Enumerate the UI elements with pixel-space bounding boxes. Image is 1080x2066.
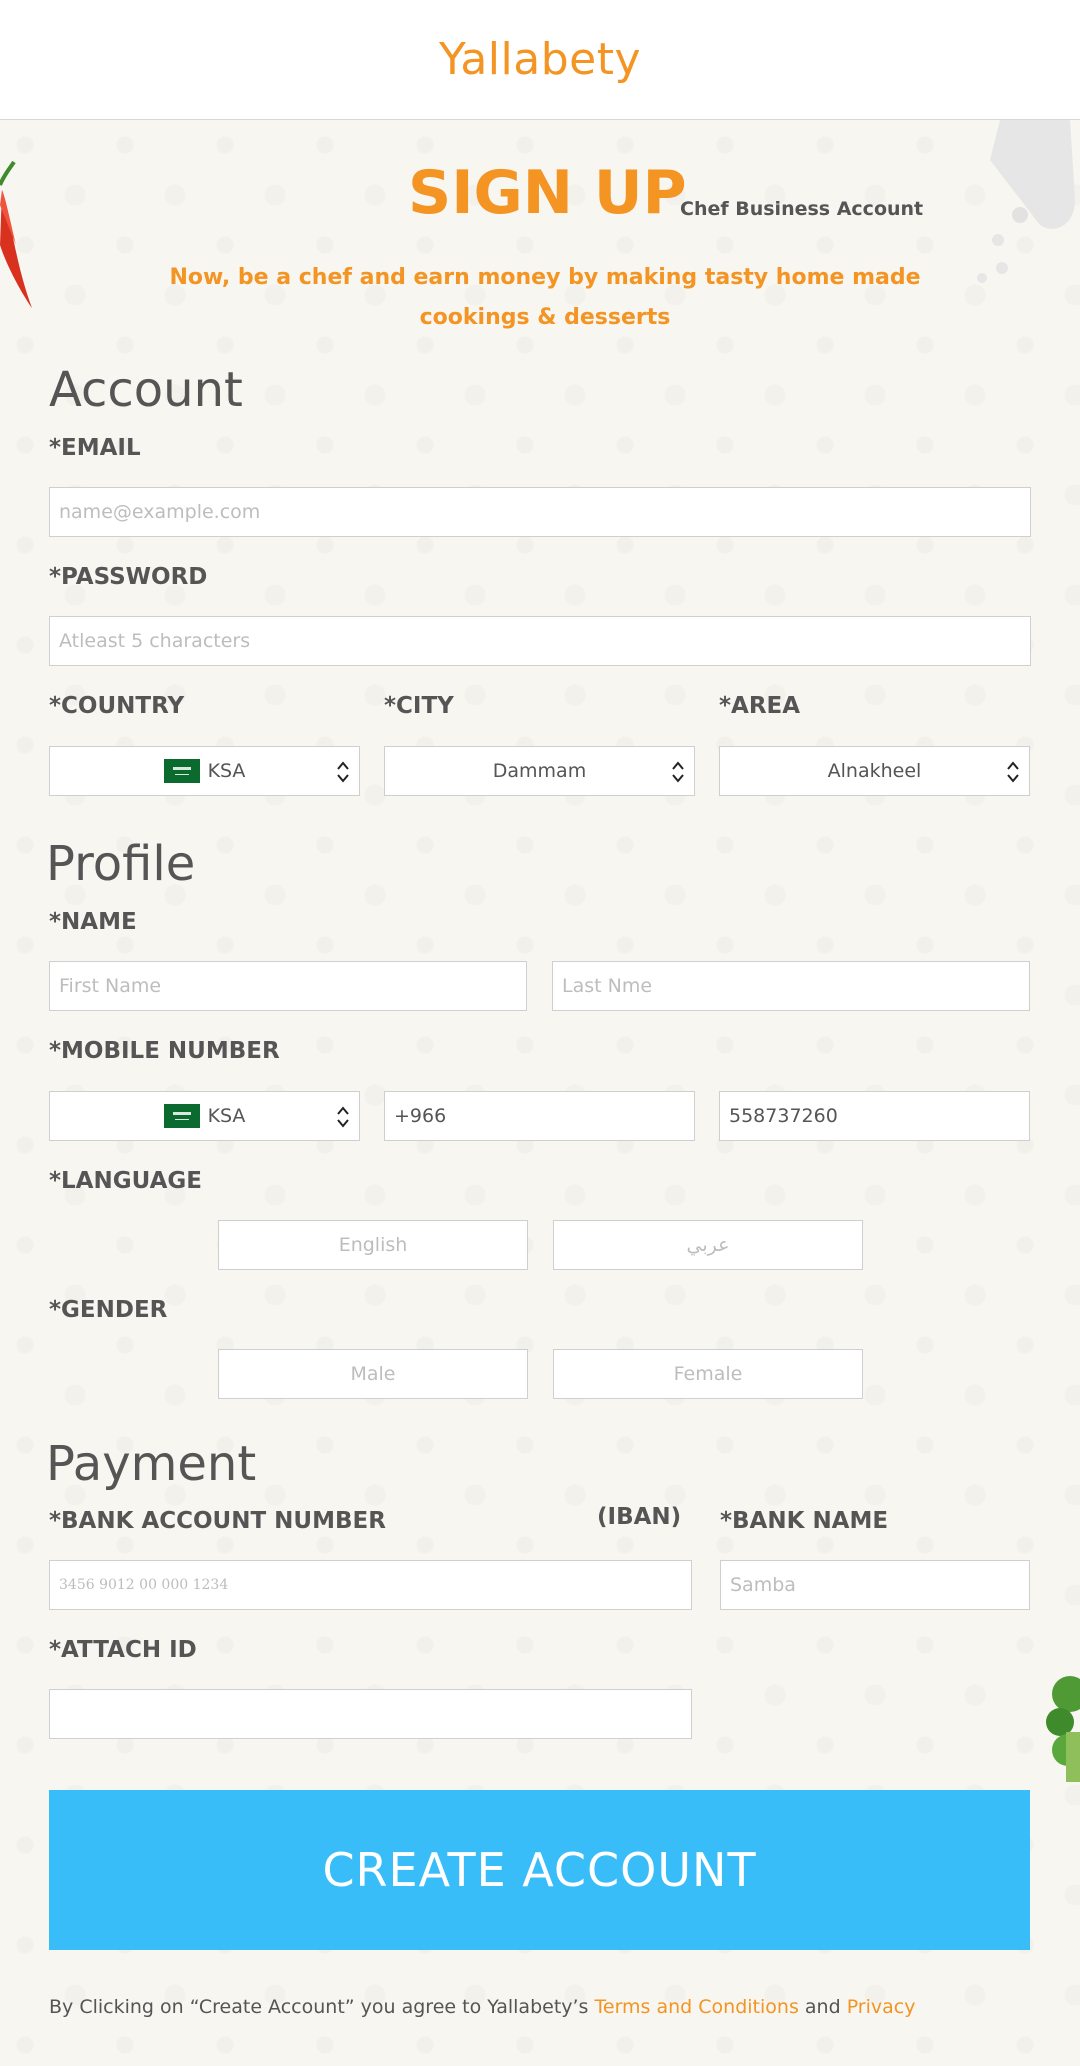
city-select-value: Dammam xyxy=(492,760,587,782)
mobile-country-value: KSA xyxy=(207,1105,246,1127)
name-label: *NAME xyxy=(49,909,137,935)
mobile-label: *MOBILE NUMBER xyxy=(49,1038,280,1064)
account-section-heading: Account xyxy=(49,362,243,418)
email-label: *EMAIL xyxy=(49,435,141,461)
select-arrows-icon xyxy=(337,761,349,783)
gender-label: *GENDER xyxy=(49,1297,168,1323)
mobile-code-field[interactable]: +966 xyxy=(384,1091,695,1141)
iban-label: (IBAN) xyxy=(597,1504,682,1530)
password-field[interactable]: Atleast 5 characters xyxy=(49,616,1031,666)
last-name-field[interactable]: Last Nme xyxy=(552,961,1030,1011)
signup-title: SIGN UP xyxy=(408,158,687,228)
bank-account-label: *BANK ACCOUNT NUMBER xyxy=(49,1508,386,1534)
terms-notice-text: By Clicking on “Create Account” you agre… xyxy=(49,1996,595,2018)
attach-id-label: *ATTACH ID xyxy=(49,1637,197,1663)
area-select[interactable]: Alnakheel xyxy=(719,746,1030,796)
city-select[interactable]: Dammam xyxy=(384,746,695,796)
terms-link[interactable]: Terms and Conditions xyxy=(595,1996,799,2018)
broccoli-icon xyxy=(1046,1676,1080,1782)
ksa-flag-icon xyxy=(163,759,200,783)
password-label: *PASSWORD xyxy=(49,564,208,590)
bank-name-label: *BANK NAME xyxy=(720,1508,889,1534)
gender-option-female[interactable]: Female xyxy=(553,1349,863,1399)
area-select-value: Alnakheel xyxy=(827,760,922,782)
country-select-value: KSA xyxy=(207,760,246,782)
bank-name-field[interactable]: Samba xyxy=(720,1560,1030,1610)
create-account-button[interactable]: CREATE ACCOUNT xyxy=(49,1790,1030,1950)
bank-account-field[interactable]: 3456 9012 00 000 1234 xyxy=(49,1560,692,1610)
signup-tagline: Now, be a chef and earn money by making … xyxy=(169,265,921,330)
profile-section-heading: Profile xyxy=(46,836,196,892)
email-field[interactable]: name@example.com xyxy=(49,487,1031,537)
ksa-flag-icon xyxy=(163,1104,200,1128)
chili-pepper-icon xyxy=(0,160,32,308)
mobile-number-field[interactable]: 558737260 xyxy=(719,1091,1030,1141)
attach-id-field[interactable] xyxy=(49,1689,692,1739)
language-option-arabic[interactable]: عربي xyxy=(553,1220,863,1270)
payment-section-heading: Payment xyxy=(46,1436,257,1492)
brand-logo[interactable]: Yallabety xyxy=(439,34,641,85)
select-arrows-icon xyxy=(672,761,684,783)
mobile-country-select[interactable]: KSA xyxy=(49,1091,360,1141)
city-label: *CITY xyxy=(384,693,454,719)
gender-option-male[interactable]: Male xyxy=(218,1349,528,1399)
terms-notice: By Clicking on “Create Account” you agre… xyxy=(49,1996,915,2018)
country-select[interactable]: KSA xyxy=(49,746,360,796)
terms-and-text: and xyxy=(804,1996,841,2018)
select-arrows-icon xyxy=(337,1106,349,1128)
first-name-field[interactable]: First Name xyxy=(49,961,527,1011)
language-label: *LANGUAGE xyxy=(49,1168,202,1194)
app-header: Yallabety xyxy=(0,0,1080,120)
language-option-english[interactable]: English xyxy=(218,1220,528,1270)
privacy-link[interactable]: Privacy xyxy=(847,1996,916,2018)
account-type-subtitle: Chef Business Account xyxy=(680,198,924,220)
area-label: *AREA xyxy=(719,693,801,719)
salt-shaker-icon xyxy=(977,120,1075,283)
country-label: *COUNTRY xyxy=(49,693,185,719)
select-arrows-icon xyxy=(1007,761,1019,783)
